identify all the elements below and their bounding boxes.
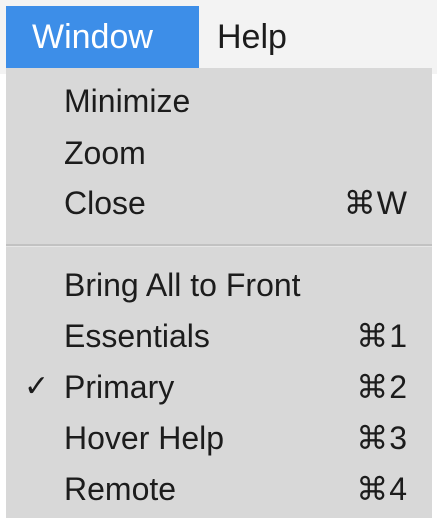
- menu-item-remote[interactable]: Remote ⌘4: [6, 464, 432, 514]
- menu-item-shortcut: ⌘1: [356, 318, 408, 354]
- menu-item-zoom[interactable]: Zoom: [6, 128, 432, 178]
- window-menu-dropdown: Minimize Zoom Close ⌘W Bring All to Fron…: [6, 68, 432, 518]
- menu-item-shortcut: ⌘W: [343, 185, 408, 221]
- menu-item-close[interactable]: Close ⌘W: [6, 178, 432, 228]
- menu-item-shortcut: ⌘2: [356, 369, 408, 405]
- menu-item-primary[interactable]: ✓ Primary ⌘2: [6, 362, 432, 412]
- menu-separator-highlight: [6, 246, 432, 247]
- screen: Window Help Minimize Zoom Close ⌘W Bring…: [0, 0, 437, 518]
- menu-item-hover-help[interactable]: Hover Help ⌘3: [6, 413, 432, 463]
- menu-title-help[interactable]: Help: [203, 6, 301, 68]
- menu-item-shortcut: ⌘4: [356, 471, 408, 507]
- menu-bar: Window Help: [0, 0, 437, 74]
- menu-item-label: Zoom: [64, 135, 146, 171]
- menu-item-label: Primary: [64, 369, 175, 405]
- menu-item-minimize[interactable]: Minimize: [6, 76, 432, 126]
- checkmark-icon: ✓: [24, 370, 50, 403]
- menu-item-label: Bring All to Front: [64, 267, 301, 303]
- menu-item-bring-all-to-front[interactable]: Bring All to Front: [6, 260, 432, 310]
- menu-item-label: Remote: [64, 471, 177, 507]
- menu-item-essentials[interactable]: Essentials ⌘1: [6, 311, 432, 361]
- menu-item-label: Hover Help: [64, 420, 225, 456]
- menu-item-label: Minimize: [64, 83, 191, 119]
- menu-item-shortcut: ⌘3: [356, 420, 408, 456]
- menu-item-label: Essentials: [64, 318, 210, 354]
- menu-item-label: Close: [64, 185, 146, 221]
- menu-title-window[interactable]: Window: [6, 6, 199, 68]
